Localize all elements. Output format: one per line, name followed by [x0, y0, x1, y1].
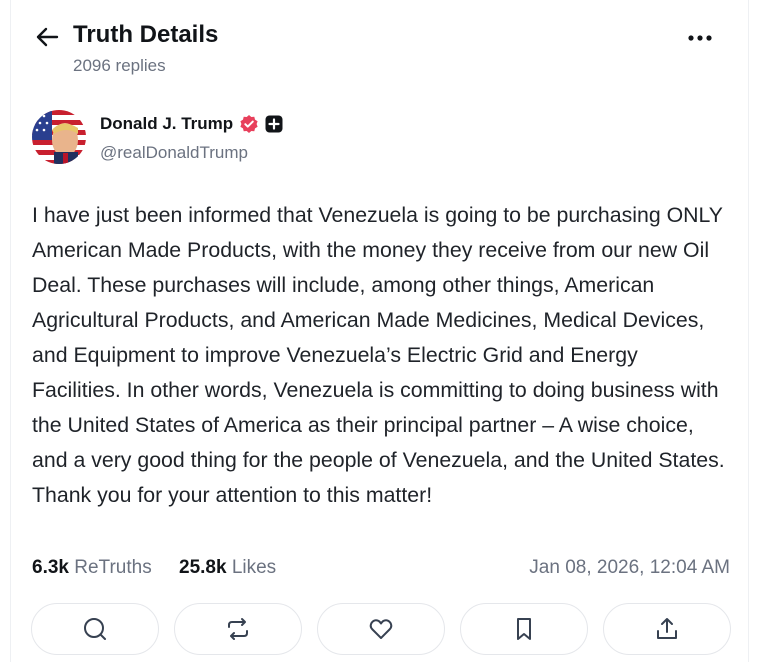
reply-count: 2096 replies — [73, 56, 166, 75]
verified-badge-icon — [240, 115, 258, 133]
author-name-row: Donald J. Trump — [100, 114, 283, 134]
likes-label: Likes — [231, 557, 277, 578]
post-author: Donald J. Trump @realDonaldTrump — [32, 110, 712, 166]
post-stats: 6.3k ReTruths 25.8k Likes Jan 08, 2026, … — [32, 557, 732, 583]
plus-badge-icon — [265, 115, 283, 133]
heart-icon — [369, 619, 393, 639]
likes-stat[interactable]: 25.8k Likes — [179, 557, 276, 579]
avatar[interactable] — [32, 110, 86, 164]
author-handle[interactable]: @realDonaldTrump — [100, 143, 248, 163]
share-button[interactable] — [603, 603, 731, 655]
like-button[interactable] — [317, 603, 445, 655]
action-bar — [31, 603, 731, 657]
bookmark-button[interactable] — [460, 603, 588, 655]
more-horizontal-icon — [688, 35, 712, 41]
left-divider — [10, 0, 11, 662]
post-body: I have just been informed that Venezuela… — [32, 203, 725, 507]
retruth-icon — [228, 618, 248, 640]
avatar-image — [32, 110, 86, 164]
retruths-stat[interactable]: 6.3k ReTruths — [32, 557, 152, 579]
likes-count: 25.8k — [179, 557, 227, 578]
right-divider — [748, 0, 749, 662]
retruths-count: 6.3k — [32, 557, 69, 578]
page-title: Truth Details — [73, 21, 219, 48]
more-options-button[interactable] — [684, 26, 716, 50]
author-name[interactable]: Donald J. Trump — [100, 114, 233, 134]
bookmark-icon — [517, 618, 531, 640]
retruth-button[interactable] — [174, 603, 302, 655]
arrow-left-icon — [36, 27, 59, 47]
back-button[interactable] — [34, 24, 60, 50]
reply-icon — [84, 618, 106, 640]
retruths-label: ReTruths — [74, 557, 152, 578]
post-timestamp[interactable]: Jan 08, 2026, 12:04 AM — [529, 557, 730, 579]
share-icon — [657, 618, 677, 639]
reply-button[interactable] — [31, 603, 159, 655]
page-header: Truth Details 2096 replies — [0, 0, 759, 90]
